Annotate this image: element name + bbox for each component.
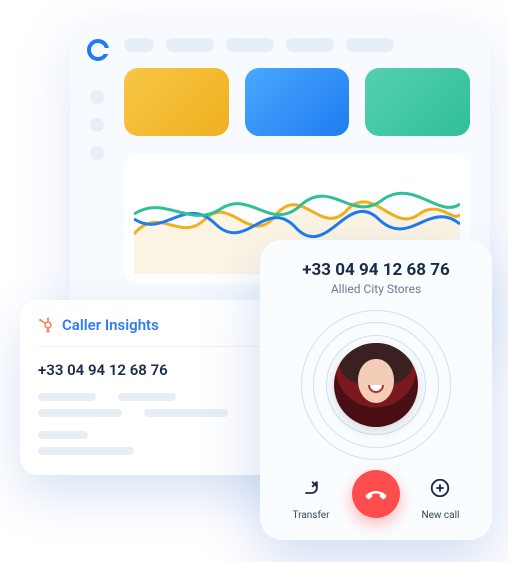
plus-circle-icon (429, 477, 451, 499)
new-call-button[interactable] (422, 470, 458, 506)
caller-avatar (334, 343, 418, 427)
hangup-button[interactable] (352, 470, 400, 518)
stat-card[interactable] (124, 68, 229, 136)
nav-dot[interactable] (90, 90, 104, 104)
dashboard-header-skeleton (124, 38, 470, 52)
call-actions: Transfer New call (276, 470, 476, 521)
dashboard-stat-cards (124, 68, 470, 136)
stat-card[interactable] (245, 68, 350, 136)
transfer-icon (301, 478, 321, 498)
stat-card[interactable] (365, 68, 470, 136)
transfer-label: Transfer (293, 510, 330, 521)
nav-dot[interactable] (90, 118, 104, 132)
transfer-button[interactable] (293, 470, 329, 506)
call-phone-number: +33 04 94 12 68 76 (302, 260, 449, 280)
insights-phone-number: +33 04 94 12 68 76 (38, 361, 168, 379)
active-call-card: +33 04 94 12 68 76 Allied City Stores Tr… (260, 240, 492, 540)
nav-dot[interactable] (90, 146, 104, 160)
hubspot-sprocket-icon (38, 317, 54, 333)
ringover-logo-icon (86, 38, 110, 62)
hangup-icon (363, 481, 389, 507)
call-company-name: Allied City Stores (331, 282, 421, 296)
caller-avatar-wrap (301, 310, 451, 460)
dashboard-nav (90, 90, 104, 160)
new-call-label: New call (422, 510, 460, 521)
